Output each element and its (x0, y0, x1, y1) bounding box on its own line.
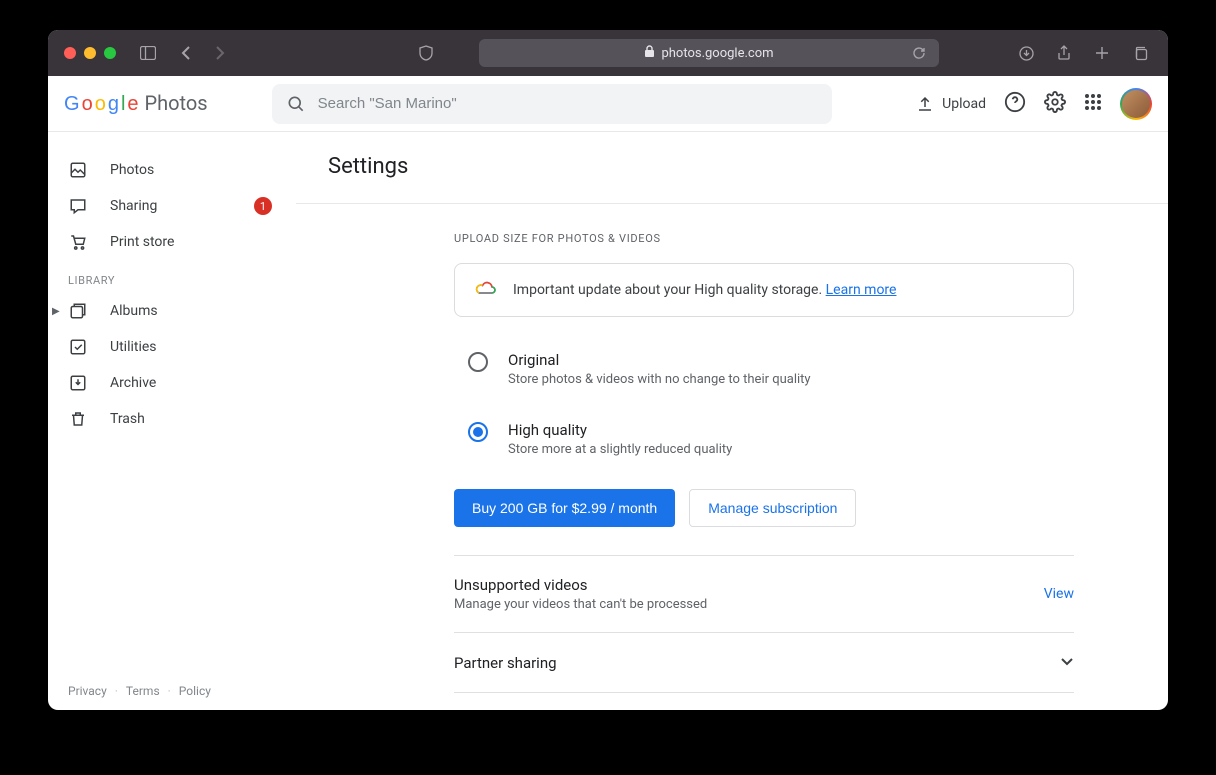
image-icon (68, 161, 88, 179)
app-header: Google Photos Upload (48, 76, 1168, 132)
new-tab-icon[interactable] (1090, 41, 1114, 65)
page-title: Settings (328, 154, 1168, 179)
apps-icon[interactable] (1084, 93, 1102, 115)
upload-option-high-quality[interactable]: High quality Store more at a slightly re… (454, 411, 1074, 467)
upload-button[interactable]: Upload (916, 95, 986, 113)
suggestions-row[interactable]: Suggestions (454, 693, 1074, 710)
sidebar-item-sharing[interactable]: Sharing 1 (48, 188, 296, 224)
learn-more-link[interactable]: Learn more (826, 282, 897, 298)
footer-terms[interactable]: Terms (126, 684, 160, 698)
sidebar-toggle-icon[interactable] (136, 41, 160, 65)
browser-chrome: photos.google.com (48, 30, 1168, 76)
check-square-icon (68, 338, 88, 356)
trash-icon (68, 410, 88, 428)
share-icon[interactable] (1052, 41, 1076, 65)
upload-icon (916, 95, 934, 113)
view-unsupported-link[interactable]: View (1044, 586, 1074, 602)
radio-unchecked-icon (468, 352, 488, 372)
storage-notice: Important update about your High quality… (454, 263, 1074, 317)
back-button[interactable] (174, 41, 198, 65)
unsupported-videos-row: Unsupported videos Manage your videos th… (454, 556, 1074, 632)
footer-policy[interactable]: Policy (179, 684, 211, 698)
library-label: LIBRARY (48, 260, 296, 293)
url-text: photos.google.com (661, 46, 773, 61)
cart-icon (68, 233, 88, 251)
tabs-icon[interactable] (1128, 41, 1152, 65)
search-bar[interactable] (272, 84, 832, 124)
google-photos-logo[interactable]: Google Photos (64, 91, 208, 116)
sharing-badge: 1 (254, 197, 272, 215)
search-icon (286, 94, 306, 114)
footer-privacy[interactable]: Privacy (68, 684, 107, 698)
main-content: Settings UPLOAD SIZE FOR PHOTOS & VIDEOS… (296, 132, 1168, 710)
reload-icon[interactable] (907, 41, 931, 65)
sidebar-item-photos[interactable]: Photos (48, 152, 296, 188)
download-icon[interactable] (1014, 41, 1038, 65)
address-bar[interactable]: photos.google.com (479, 39, 939, 67)
maximize-window-button[interactable] (104, 47, 116, 59)
close-window-button[interactable] (64, 47, 76, 59)
help-icon[interactable] (1004, 91, 1026, 117)
sidebar-item-print-store[interactable]: Print store (48, 224, 296, 260)
album-icon (68, 302, 88, 320)
minimize-window-button[interactable] (84, 47, 96, 59)
radio-checked-icon (468, 422, 488, 442)
lock-icon (644, 45, 655, 62)
chevron-down-icon (1060, 653, 1074, 672)
upload-size-heading: UPLOAD SIZE FOR PHOTOS & VIDEOS (454, 232, 1074, 245)
archive-icon (68, 374, 88, 392)
manage-subscription-button[interactable]: Manage subscription (689, 489, 856, 527)
sidebar-item-albums[interactable]: ▶ Albums (48, 293, 296, 329)
chat-icon (68, 197, 88, 215)
sidebar: Photos Sharing 1 Print store LIBRARY ▶ A… (48, 132, 296, 710)
partner-sharing-row[interactable]: Partner sharing (454, 633, 1074, 692)
browser-window: photos.google.com Google Photos Upload (48, 30, 1168, 710)
forward-button[interactable] (208, 41, 232, 65)
settings-icon[interactable] (1044, 91, 1066, 117)
shield-icon[interactable] (414, 41, 438, 65)
caret-right-icon: ▶ (52, 306, 60, 317)
cloud-icon (475, 280, 497, 300)
search-input[interactable] (318, 95, 818, 112)
sidebar-item-trash[interactable]: Trash (48, 401, 296, 437)
avatar[interactable] (1120, 88, 1152, 120)
upload-option-original[interactable]: Original Store photos & videos with no c… (454, 341, 1074, 397)
traffic-lights (64, 47, 116, 59)
sidebar-item-archive[interactable]: Archive (48, 365, 296, 401)
sidebar-item-utilities[interactable]: Utilities (48, 329, 296, 365)
buy-storage-button[interactable]: Buy 200 GB for $2.99 / month (454, 489, 675, 527)
footer-links: Privacy· Terms· Policy (68, 684, 211, 698)
